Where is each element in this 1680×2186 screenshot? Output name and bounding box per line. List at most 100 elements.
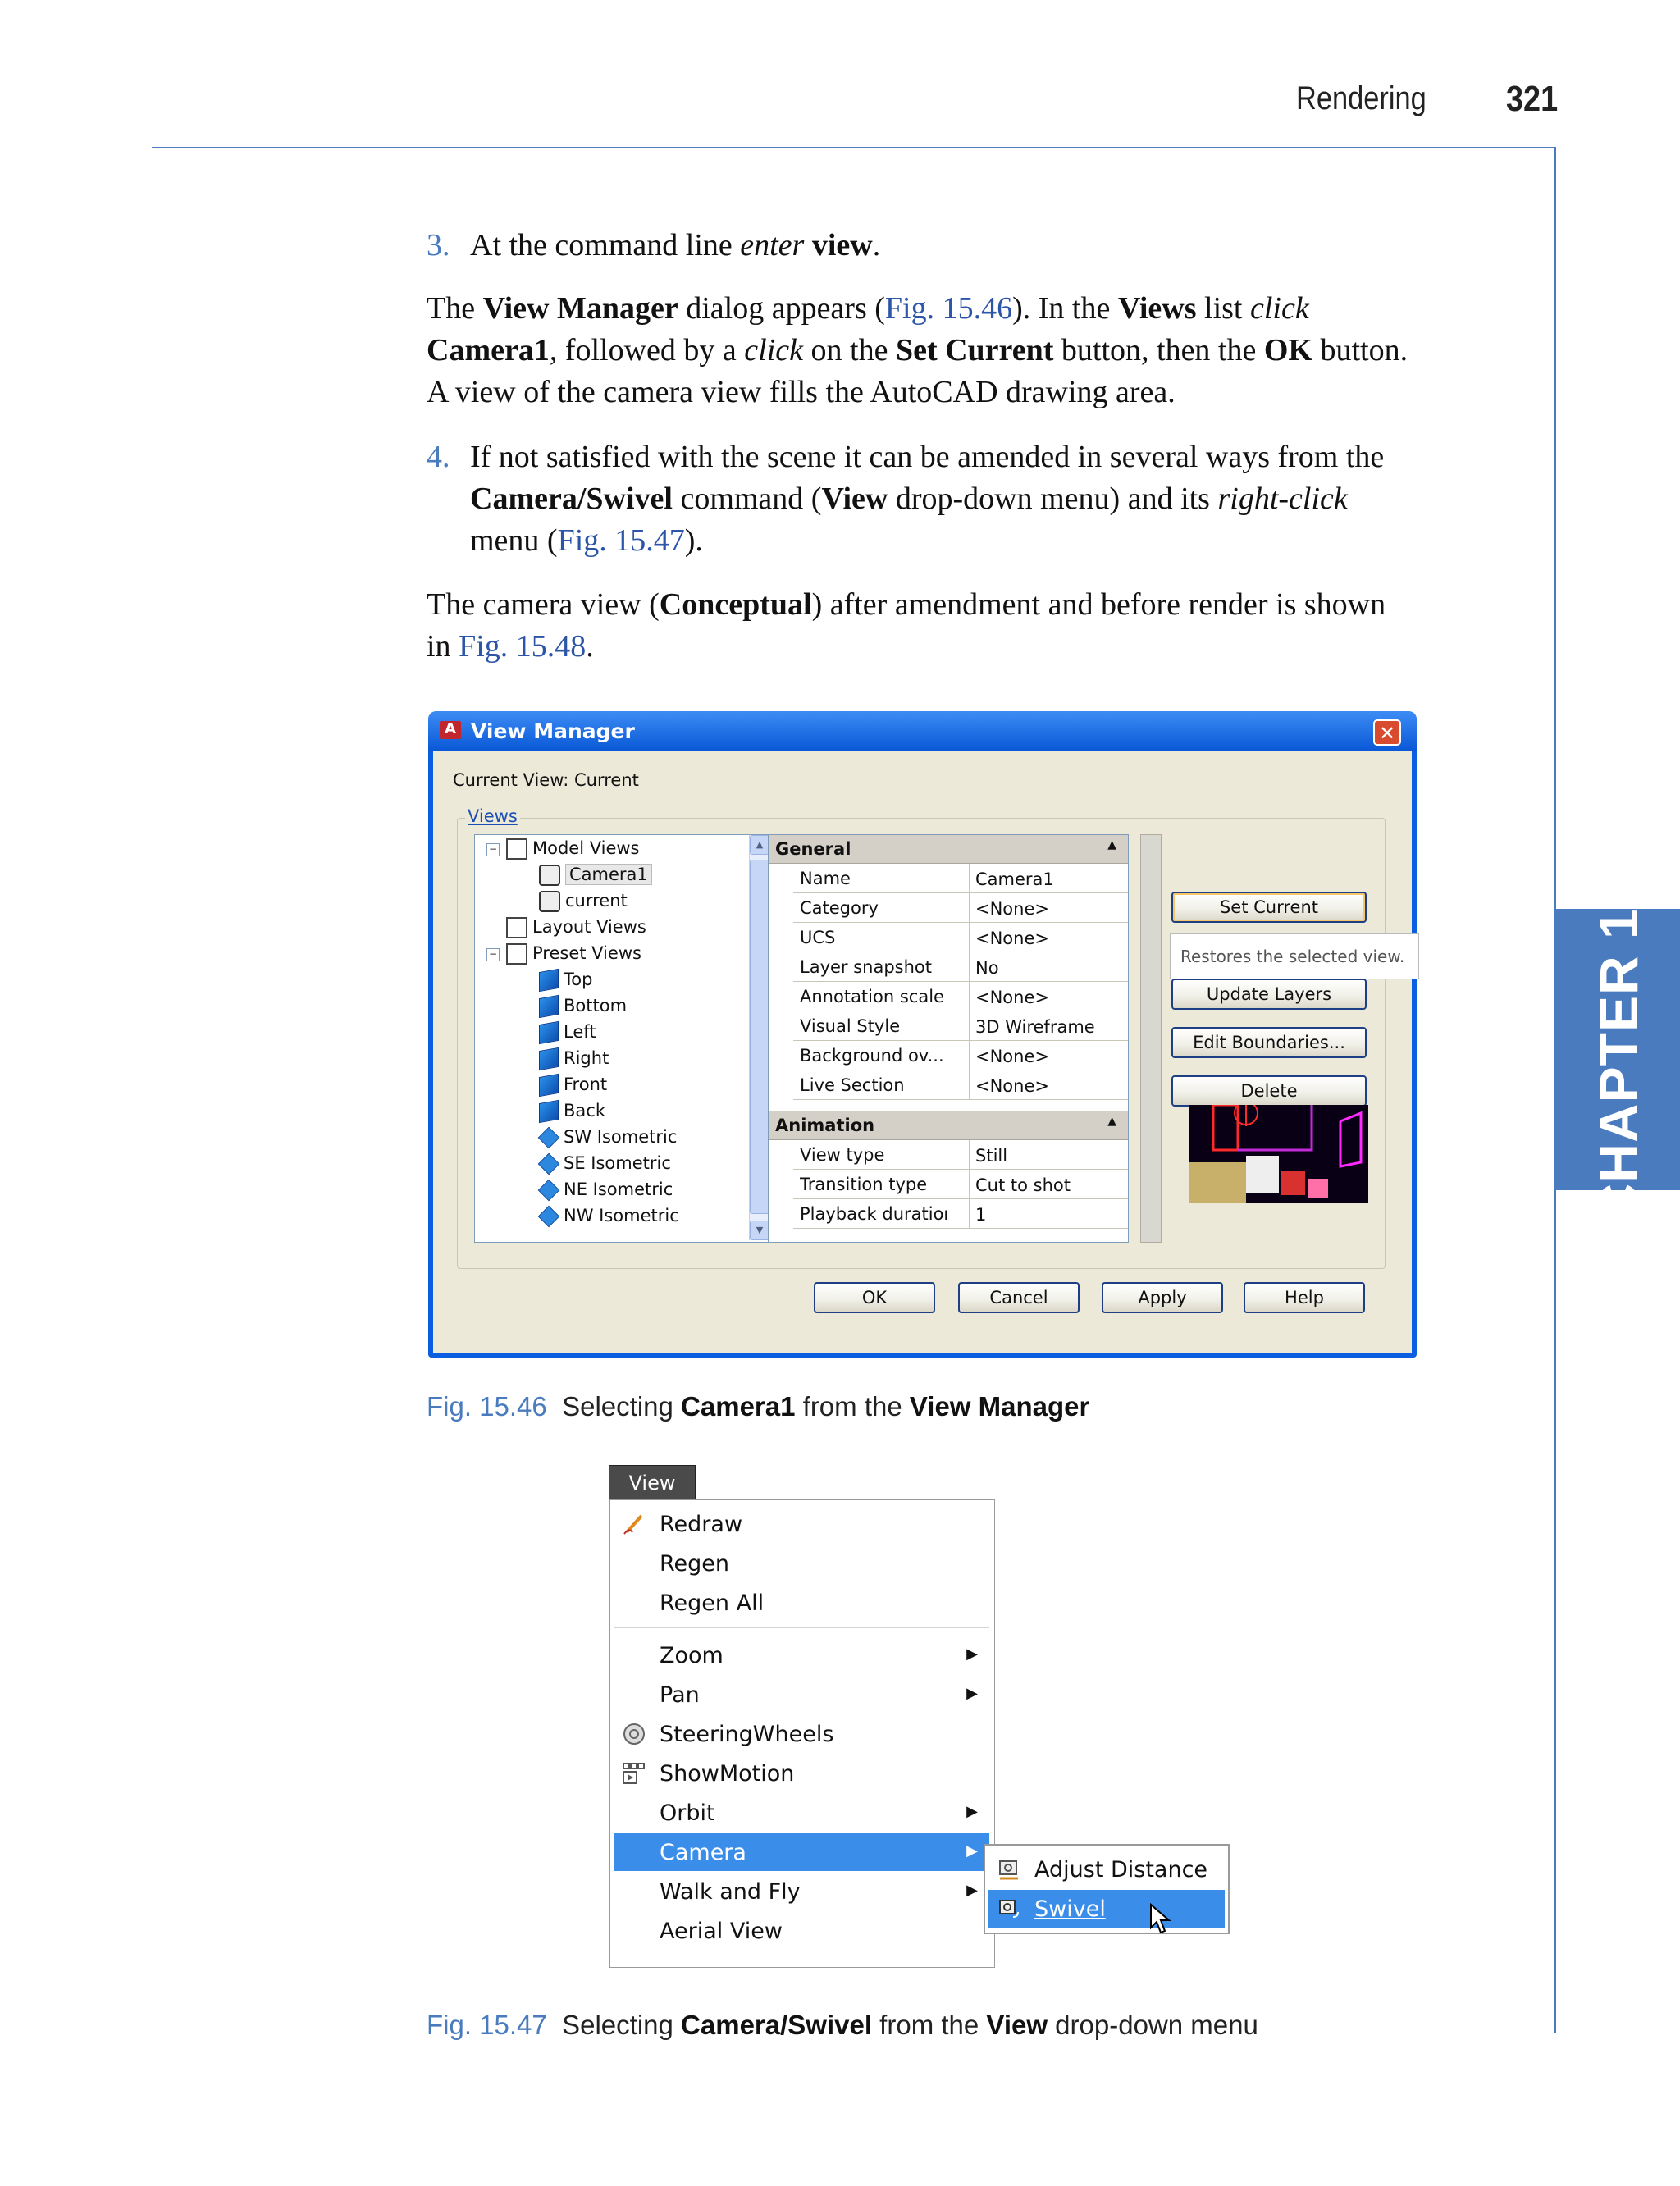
emphasis: right-click (1217, 481, 1348, 516)
text: list (1196, 291, 1250, 326)
menu-item-aerial-view[interactable]: Aerial View (614, 1912, 989, 1950)
step-3: 3. At the command line enter view. (427, 225, 1411, 267)
bold-term: View Manager (909, 1391, 1090, 1422)
prop-row[interactable]: Live Section <None> (793, 1070, 1128, 1100)
current-view-label: Current View: Current (453, 770, 639, 790)
update-layers-button[interactable]: Update Layers (1171, 979, 1367, 1010)
figure-link[interactable]: Fig. 15.46 (885, 291, 1012, 326)
section-label: Animation (775, 1116, 875, 1135)
views-tree[interactable]: − Model Views Camera1 current Layout Vie… (474, 834, 771, 1243)
bold-term: view (811, 228, 873, 262)
prop-row[interactable]: Playback duration 1 (793, 1199, 1128, 1229)
isometric-icon (537, 1179, 560, 1202)
prop-value[interactable]: Cut to shot (975, 1175, 1071, 1195)
prop-value[interactable]: 3D Wireframe (975, 1017, 1095, 1037)
prop-row[interactable]: Transition type Cut to shot (793, 1170, 1128, 1199)
collapse-icon[interactable]: − (486, 948, 500, 961)
prop-value[interactable]: <None> (975, 929, 1049, 948)
tree-item-left[interactable]: Left (539, 1020, 596, 1045)
menu-label: Aerial View (660, 1919, 783, 1944)
figure-link[interactable]: Fig. 15.48 (459, 629, 586, 664)
prop-value[interactable]: Still (975, 1146, 1007, 1166)
pencil-icon (623, 1514, 643, 1535)
tree-item-camera1[interactable]: Camera1 (539, 864, 652, 886)
tree-item-front[interactable]: Front (539, 1073, 607, 1098)
ok-button[interactable]: OK (814, 1282, 935, 1313)
scroll-down-icon[interactable]: ▼ (750, 1221, 769, 1240)
dialog-title: View Manager (471, 719, 635, 743)
bold-term: Camera/Swivel (470, 481, 673, 516)
menu-item-regen-all[interactable]: Regen All (614, 1584, 989, 1622)
general-section-header[interactable]: General ▲ (769, 835, 1128, 864)
tree-item-current[interactable]: current (539, 891, 628, 912)
prop-value[interactable]: <None> (975, 988, 1049, 1007)
menu-item-showmotion[interactable]: ShowMotion (614, 1755, 989, 1792)
tree-item-back[interactable]: Back (539, 1099, 605, 1124)
scroll-thumb[interactable] (750, 860, 769, 1214)
menu-item-redraw[interactable]: Redraw (614, 1505, 989, 1543)
collapse-arrow-icon[interactable]: ▲ (1107, 1115, 1116, 1128)
tree-item-right[interactable]: Right (539, 1047, 609, 1071)
prop-row[interactable]: View type Still (793, 1140, 1128, 1170)
prop-row[interactable]: Annotation scale <None> (793, 982, 1128, 1011)
tree-item-bottom[interactable]: Bottom (539, 994, 627, 1019)
figure-link[interactable]: Fig. 15.47 (558, 523, 685, 558)
prop-value[interactable]: Camera1 (975, 869, 1054, 889)
tree-label: Right (564, 1048, 609, 1068)
figure-label: Fig. 15.46 (427, 1391, 547, 1422)
prop-row[interactable]: UCS <None> (793, 923, 1128, 952)
menu-separator (614, 1627, 989, 1628)
step-number: 3. (427, 228, 450, 262)
prop-value[interactable]: <None> (975, 899, 1049, 919)
prop-value[interactable]: <None> (975, 1047, 1049, 1066)
tree-label: NE Isometric (564, 1180, 673, 1199)
collapse-icon[interactable]: − (486, 843, 500, 856)
menu-item-regen[interactable]: Regen (614, 1545, 989, 1582)
tree-item-sw-isometric[interactable]: SW Isometric (537, 1126, 677, 1149)
tree-item-top[interactable]: Top (539, 968, 592, 993)
menu-item-camera[interactable]: Camera ▶ (614, 1833, 989, 1871)
scroll-up-icon[interactable]: ▲ (750, 835, 769, 855)
tree-label: Left (564, 1022, 596, 1042)
set-current-button[interactable]: Set Current (1171, 892, 1367, 923)
tree-label: Layout Views (532, 917, 646, 937)
menu-tab-view[interactable]: View (609, 1465, 696, 1499)
prop-row[interactable]: Category <None> (793, 893, 1128, 923)
prop-value[interactable]: No (975, 958, 999, 978)
prop-value[interactable]: <None> (975, 1076, 1049, 1096)
menu-item-swivel[interactable]: Swivel (988, 1890, 1225, 1928)
collapse-arrow-icon[interactable]: ▲ (1107, 838, 1116, 851)
bold-term: Camera1 (427, 333, 550, 367)
view-manager-dialog: View Manager ✕ Current View: Current Vie… (428, 711, 1419, 1358)
prop-row[interactable]: Name Camera1 (793, 864, 1128, 893)
apply-button[interactable]: Apply (1102, 1282, 1223, 1313)
animation-section-header[interactable]: Animation ▲ (769, 1111, 1128, 1140)
delete-button[interactable]: Delete (1171, 1075, 1367, 1107)
prop-value[interactable]: 1 (975, 1205, 986, 1225)
menu-item-adjust-distance[interactable]: Adjust Distance (988, 1851, 1225, 1888)
edit-boundaries-button[interactable]: Edit Boundaries... (1171, 1027, 1367, 1058)
prop-row[interactable]: Layer snapshot No (793, 952, 1128, 982)
tree-item-layout-views[interactable]: Layout Views (506, 917, 646, 938)
prop-row[interactable]: Visual Style 3D Wireframe (793, 1011, 1128, 1041)
tree-item-ne-isometric[interactable]: NE Isometric (537, 1179, 673, 1202)
close-icon[interactable]: ✕ (1373, 719, 1401, 746)
menu-item-steeringwheels[interactable]: SteeringWheels (614, 1715, 989, 1753)
tree-item-se-isometric[interactable]: SE Isometric (537, 1152, 671, 1175)
menu-item-walk-and-fly[interactable]: Walk and Fly ▶ (614, 1873, 989, 1910)
cube-icon (539, 968, 559, 993)
tree-item-preset-views[interactable]: Preset Views (506, 943, 641, 965)
tree-item-model-views[interactable]: Model Views (506, 838, 640, 860)
steering-wheel-icon (623, 1723, 645, 1745)
menu-item-pan[interactable]: Pan ▶ (614, 1676, 989, 1714)
props-scrollbar[interactable] (1140, 834, 1162, 1243)
menu-item-zoom[interactable]: Zoom ▶ (614, 1636, 989, 1674)
preset-views-icon (506, 943, 527, 965)
dialog-titlebar[interactable]: View Manager ✕ (428, 711, 1417, 751)
tree-item-nw-isometric[interactable]: NW Isometric (537, 1205, 679, 1228)
cancel-button[interactable]: Cancel (958, 1282, 1080, 1313)
tree-scrollbar[interactable]: ▲ ▼ (749, 835, 769, 1240)
help-button[interactable]: Help (1244, 1282, 1365, 1313)
menu-item-orbit[interactable]: Orbit ▶ (614, 1794, 989, 1832)
prop-row[interactable]: Background ov... <None> (793, 1041, 1128, 1070)
